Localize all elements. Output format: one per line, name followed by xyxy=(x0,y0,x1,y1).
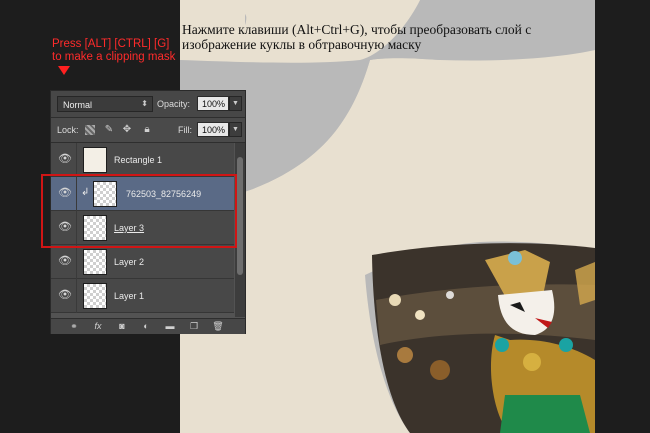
lock-all-icon[interactable]: 🔒︎ xyxy=(141,124,153,136)
fill-value: 100% xyxy=(202,125,226,135)
fill-label: Fill: xyxy=(178,125,192,135)
layer-name: Layer 1 xyxy=(114,291,145,301)
scrollbar-thumb[interactable] xyxy=(237,157,243,275)
new-layer-icon[interactable]: ❐ xyxy=(187,320,201,332)
trash-icon[interactable]: 🗑︎ xyxy=(211,320,225,332)
instruction-caption: Нажмите клавиши (Alt+Ctrl+G), чтобы прео… xyxy=(182,22,532,52)
adjustment-icon[interactable]: ◐ xyxy=(139,320,153,332)
fill-dropdown-icon[interactable]: ▼ xyxy=(229,122,242,137)
opacity-value: 100% xyxy=(202,99,226,109)
opacity-dropdown-icon[interactable]: ▼ xyxy=(229,96,242,111)
clipping-highlight-box xyxy=(41,174,237,248)
mask-icon[interactable]: ◙ xyxy=(115,320,129,332)
layer-row-rectangle-1[interactable]: 👁︎ Rectangle 1 xyxy=(51,143,234,177)
lock-label: Lock: xyxy=(57,125,79,135)
opacity-label: Opacity: xyxy=(157,99,191,109)
link-icon[interactable]: ⚭ xyxy=(67,320,81,332)
layers-footer: ⚭ fx ◙ ◐ ▬ ❐ 🗑︎ xyxy=(51,318,245,334)
divider xyxy=(76,143,77,177)
layer-row-layer-2[interactable]: 👁︎ Layer 2 xyxy=(51,245,234,279)
layer-thumbnail xyxy=(83,283,107,309)
blend-mode-value: Normal xyxy=(63,100,93,110)
lock-move-icon[interactable]: ✥ xyxy=(121,124,133,136)
lock-paint-icon[interactable]: ✎ xyxy=(103,124,115,136)
shortcut-annotation: Press [ALT] [CTRL] [G] to make a clippin… xyxy=(52,38,176,63)
visibility-eye-icon[interactable]: 👁︎ xyxy=(57,151,73,167)
folder-icon[interactable]: ▬ xyxy=(163,320,177,332)
fx-icon[interactable]: fx xyxy=(91,320,105,332)
layer-thumbnail xyxy=(83,147,107,173)
layer-name: Rectangle 1 xyxy=(114,155,163,165)
opacity-input[interactable]: 100% xyxy=(197,96,229,111)
blend-mode-select[interactable]: Normal ⬍ xyxy=(57,96,153,112)
visibility-eye-icon[interactable]: 👁︎ xyxy=(57,253,73,269)
lock-transparent-icon[interactable] xyxy=(85,125,95,135)
visibility-eye-icon[interactable]: 👁︎ xyxy=(57,287,73,303)
layer-row-layer-1[interactable]: 👁︎ Layer 1 xyxy=(51,279,234,313)
divider xyxy=(76,245,77,279)
fill-input[interactable]: 100% xyxy=(197,122,229,137)
divider xyxy=(76,279,77,313)
layer-thumbnail xyxy=(83,249,107,275)
blend-row: Normal ⬍ Opacity: 100% ▼ xyxy=(51,91,245,118)
layer-name: Layer 2 xyxy=(114,257,145,267)
arrow-down-icon xyxy=(58,66,70,75)
updown-arrows-icon: ⬍ xyxy=(141,99,148,108)
